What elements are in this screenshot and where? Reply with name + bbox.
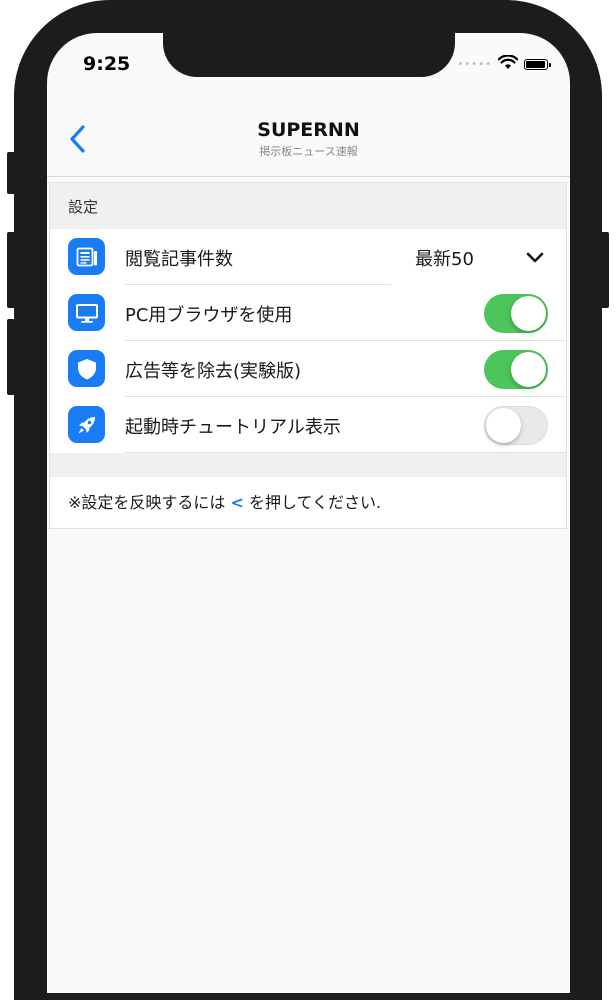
screen: 9:25 ••••• SUPERNN 掲示板ニュース速報 設定 閲覧記事件数 最… xyxy=(47,33,570,993)
note-text-after: を押してください. xyxy=(249,493,382,512)
row-separator xyxy=(125,452,566,453)
note-text-before: ※設定を反映するには xyxy=(68,493,226,512)
row-label: 閲覧記事件数 xyxy=(125,249,233,270)
wifi-icon xyxy=(497,54,519,74)
row-label: 広告等を除去(実験版) xyxy=(125,361,302,382)
ad-removal-toggle[interactable] xyxy=(484,350,548,389)
page-title: SUPERNN xyxy=(257,119,360,141)
chevron-down-icon[interactable] xyxy=(526,249,544,268)
setting-row-ad-removal[interactable]: 広告等を除去(実験版) xyxy=(50,341,566,397)
setting-row-pc-browser[interactable]: PC用ブラウザを使用 xyxy=(50,285,566,341)
battery-icon xyxy=(524,59,551,70)
back-chevron-glyph: < xyxy=(230,493,244,512)
desktop-icon xyxy=(68,294,105,331)
navbar-divider xyxy=(47,176,570,177)
setting-row-article-count[interactable]: 閲覧記事件数 最新50 xyxy=(50,229,566,285)
page-subtitle: 掲示板ニュース速報 xyxy=(259,145,358,158)
rocket-icon xyxy=(68,406,105,443)
side-button-volume-up xyxy=(7,232,15,308)
notch xyxy=(163,33,455,77)
side-button-mute xyxy=(7,152,15,194)
section-spacer xyxy=(50,453,566,477)
newspaper-icon xyxy=(68,238,105,275)
section-header: 設定 xyxy=(50,183,566,229)
settings-note: ※設定を反映するには < を押してください. xyxy=(50,477,566,527)
pc-browser-toggle[interactable] xyxy=(484,294,548,333)
side-button-volume-down xyxy=(7,319,15,395)
signal-icon: ••••• xyxy=(457,59,492,70)
toggle-knob xyxy=(511,296,546,331)
row-label: 起動時チュートリアル表示 xyxy=(125,417,341,438)
toggle-knob xyxy=(486,408,521,443)
row-label: PC用ブラウザを使用 xyxy=(125,305,293,326)
tutorial-toggle[interactable] xyxy=(484,406,548,445)
article-count-value[interactable]: 最新50 xyxy=(415,245,474,271)
status-time: 9:25 xyxy=(83,53,131,75)
toggle-knob xyxy=(511,352,546,387)
settings-card: 設定 閲覧記事件数 最新50 PC用ブラウザを使用 広告等を除去(実験版) 起動… xyxy=(49,182,567,529)
setting-row-tutorial[interactable]: 起動時チュートリアル表示 xyxy=(50,397,566,453)
shield-icon xyxy=(68,350,105,387)
status-indicators: ••••• xyxy=(457,54,551,74)
navigation-bar: SUPERNN 掲示板ニュース速報 xyxy=(47,113,570,175)
side-button-power xyxy=(601,232,609,308)
